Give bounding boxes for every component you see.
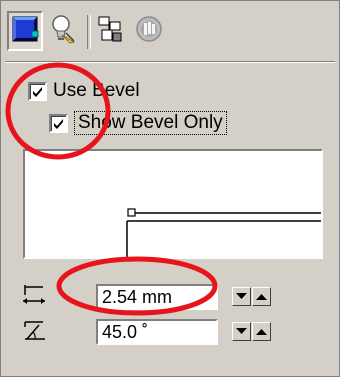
clear-effect-button[interactable] [131,11,167,51]
bevel-handle[interactable] [127,208,136,217]
use-bevel-row[interactable]: Use Bevel [28,80,140,102]
bevel-angle-icon [21,319,47,348]
arrow-up-icon [256,294,267,300]
lighting-tool-button[interactable] [45,11,81,51]
bevel-width-input[interactable]: 2.54 mm [96,284,218,310]
show-bevel-only-row[interactable]: Show Bevel Only [49,111,227,135]
clear-icon [134,14,164,49]
checkmark-icon [54,118,63,129]
bevel-angle-increase-button[interactable] [252,322,271,341]
show-bevel-only-label: Show Bevel Only [74,111,227,135]
arrow-down-icon [236,328,247,334]
bevel-width-decrease-button[interactable] [232,287,251,306]
lighting-icon [48,13,78,50]
toolbar [7,7,327,57]
bevel-tool-button[interactable] [7,11,43,51]
copy-properties-button[interactable] [93,11,129,51]
arrow-up-icon [256,329,267,335]
toolbar-divider [5,61,335,63]
arrow-down-icon [236,293,247,299]
bevel-profile-graph [126,208,321,257]
show-bevel-only-checkbox[interactable] [49,113,68,133]
toolbar-separator [87,15,91,49]
bevel-angle-input[interactable]: 45.0 ˚ [96,319,218,345]
use-bevel-label: Use Bevel [53,80,140,101]
checkmark-icon [33,86,42,97]
bevel-width-increase-button[interactable] [252,287,271,306]
bevel-preview [23,149,323,259]
use-bevel-checkbox[interactable] [28,81,47,101]
bevel-panel: Use Bevel Show Bevel Only 2.54 mm 45.0 ˚ [0,0,340,377]
bevel-width-icon [21,283,47,312]
copy-properties-icon [96,14,126,49]
bevel-angle-decrease-button[interactable] [232,322,251,341]
bevel-icon [11,15,39,48]
